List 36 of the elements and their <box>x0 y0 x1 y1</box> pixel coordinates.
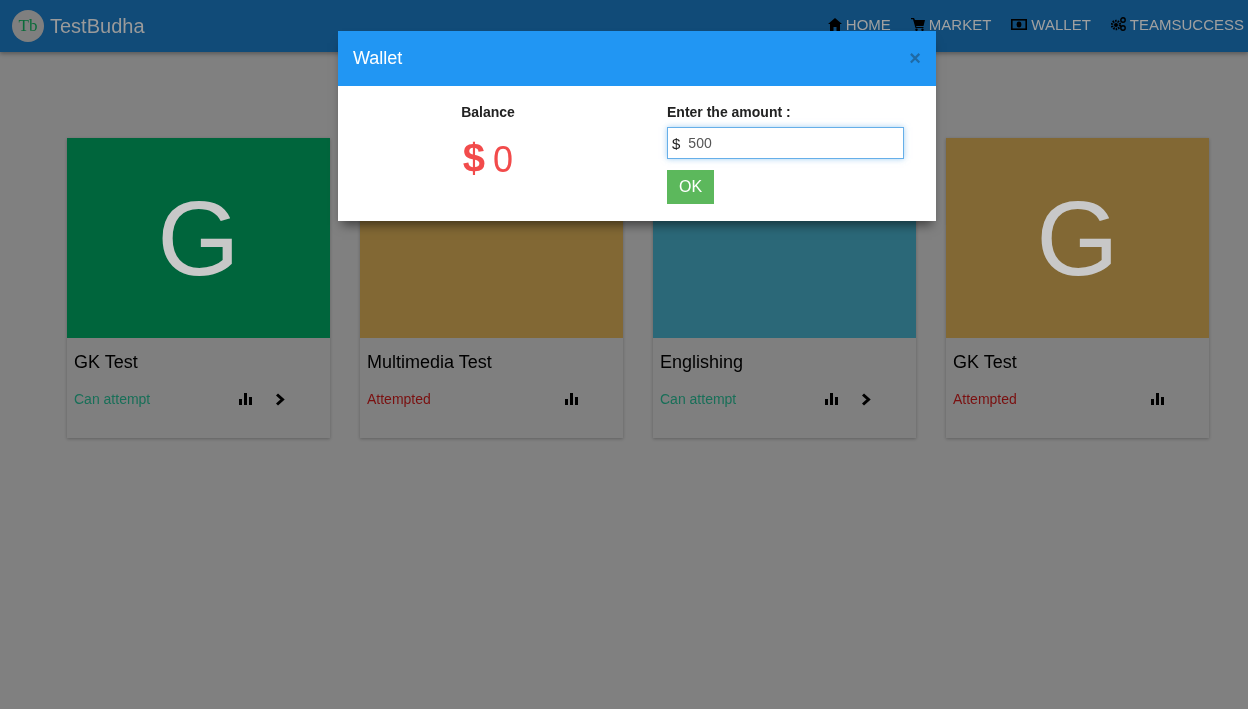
dialog-title: Wallet <box>353 48 403 69</box>
status-text: Attempted <box>367 391 431 407</box>
nav-link[interactable]: HOME <box>827 15 891 33</box>
status-text: Can attempt <box>74 391 151 407</box>
bar-chart-icon[interactable] <box>565 393 578 405</box>
card-title: GK Test <box>73 351 139 373</box>
card-title: GK Test <box>952 351 1018 373</box>
balance-label: Balance <box>461 104 515 120</box>
amount-label: Enter the amount : <box>667 104 792 120</box>
nav-link[interactable]: MARKET <box>910 15 992 33</box>
test-card[interactable]: G GK Test Can attempt <box>67 138 330 438</box>
bar-chart-icon[interactable] <box>1151 393 1164 405</box>
nav-link[interactable]: WALLET <box>1011 15 1091 33</box>
currency-symbol: $ <box>462 136 486 181</box>
banknote-icon <box>1011 18 1028 30</box>
gears-icon <box>1110 17 1126 31</box>
tile-letter: G <box>1036 185 1119 291</box>
bar-chart-icon[interactable] <box>239 393 252 405</box>
test-card[interactable]: G GK Test Attempted <box>946 138 1209 438</box>
status-text: Can attempt <box>660 391 737 407</box>
chevron-right-icon[interactable] <box>862 392 871 406</box>
chevron-right-icon[interactable] <box>276 392 285 406</box>
balance-value: 0 <box>493 139 514 181</box>
card-title: Multimedia Test <box>366 351 493 373</box>
bar-chart-icon[interactable] <box>825 393 838 405</box>
brand-name[interactable]: TestBudha <box>50 14 145 38</box>
cart-icon <box>910 17 925 31</box>
card-title: Englishing <box>659 351 745 373</box>
nav-link[interactable]: TEAMSUCCESS <box>1110 15 1244 33</box>
tile-letter: G <box>157 185 240 291</box>
ok-button[interactable]: OK <box>667 170 714 204</box>
close-button[interactable]: × <box>909 47 921 70</box>
logo-icon: Tb <box>12 10 44 42</box>
status-text: Attempted <box>953 391 1017 407</box>
home-icon <box>827 17 842 31</box>
amount-field[interactable]: $ 500 <box>667 127 904 159</box>
